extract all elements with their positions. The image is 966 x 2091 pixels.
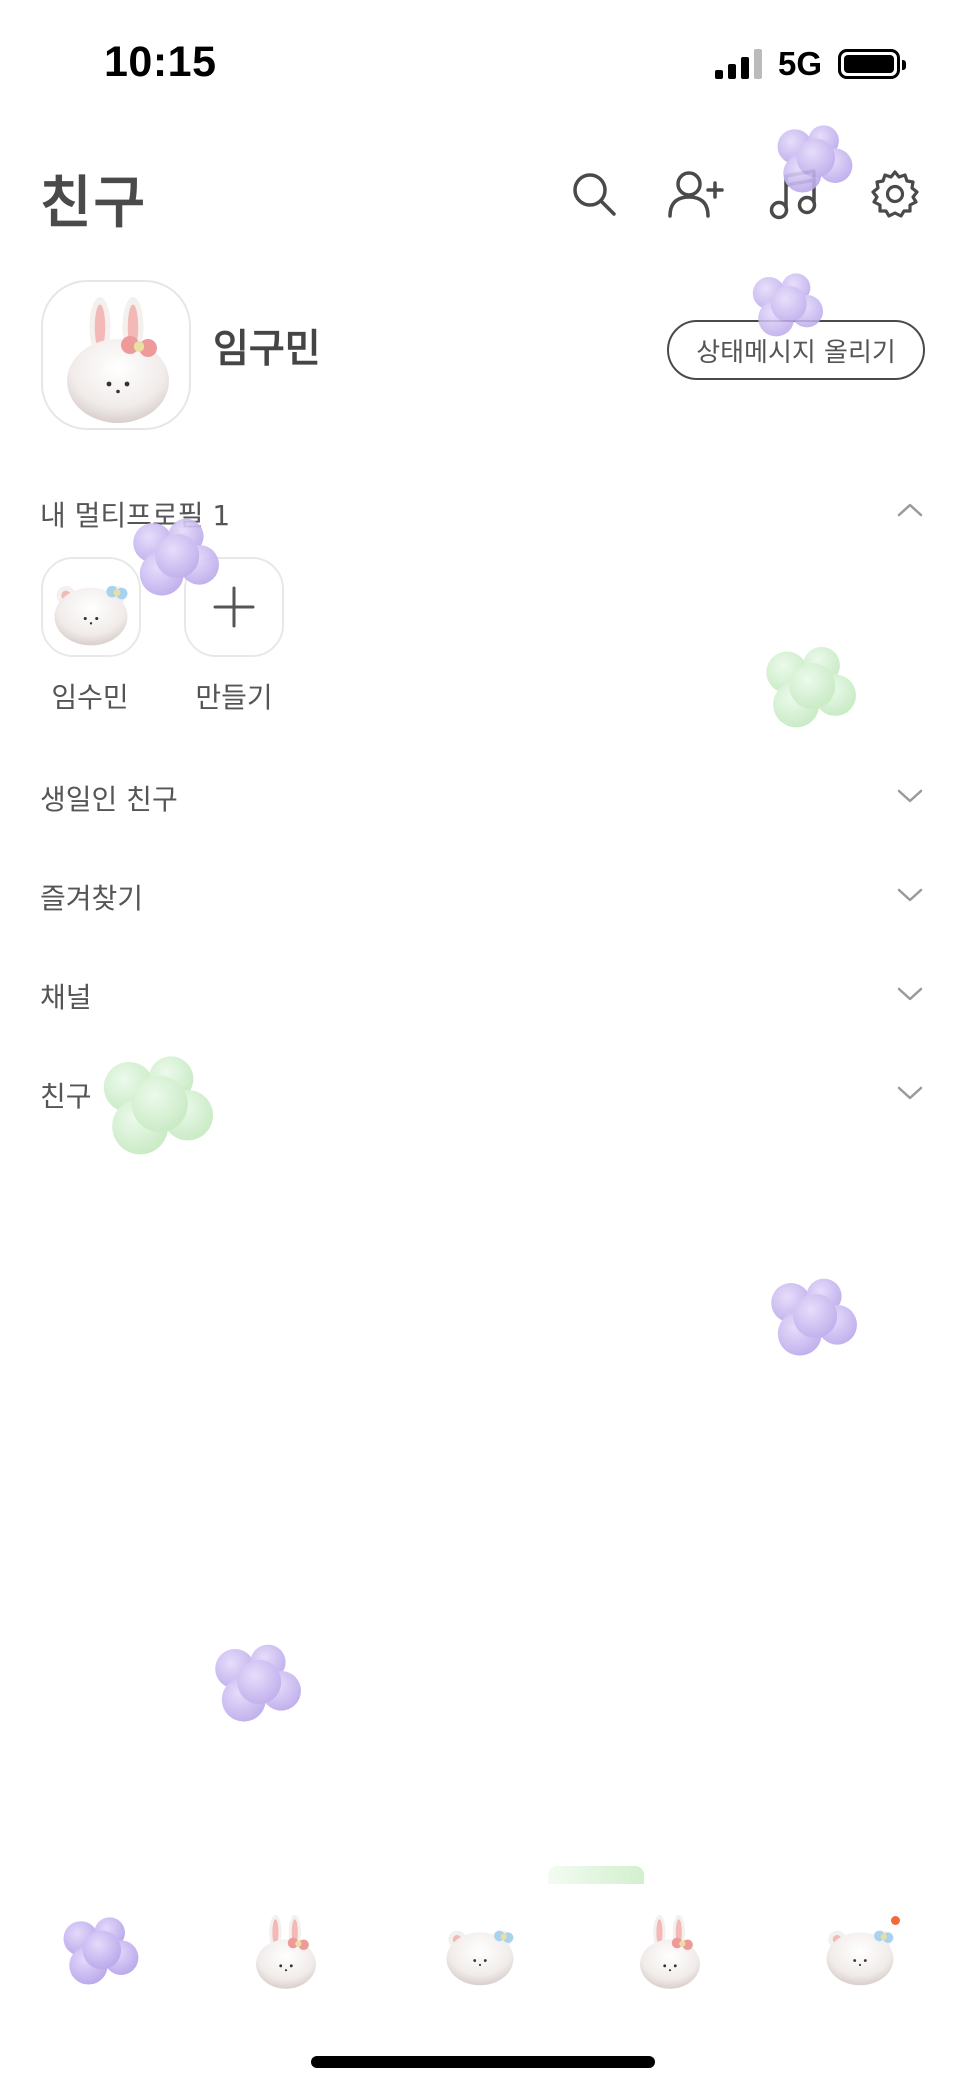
purple-cloud-icon xyxy=(766,118,862,198)
green-cloud-icon xyxy=(548,1866,644,1884)
tab-more[interactable] xyxy=(810,1900,910,2000)
chevron-up-icon[interactable] xyxy=(896,500,924,520)
tab-view[interactable] xyxy=(430,1900,530,2000)
network-label: 5G xyxy=(777,45,822,82)
purple-cloud-icon xyxy=(202,1638,312,1726)
chevron-down-icon[interactable] xyxy=(896,885,924,905)
favorites-label[interactable]: 즐겨찾기 xyxy=(40,877,143,917)
status-indicators: 5G xyxy=(714,44,906,84)
chevron-down-icon[interactable] xyxy=(896,984,924,1004)
status-time: 10:15 xyxy=(104,38,217,86)
chevron-down-icon[interactable] xyxy=(896,786,924,806)
purple-cloud-icon xyxy=(742,268,832,340)
purple-cloud-icon xyxy=(120,512,230,600)
purple-cloud-icon xyxy=(52,1911,148,1989)
green-cloud-icon xyxy=(84,1048,230,1160)
bunny-character-icon xyxy=(626,1906,714,1994)
profile-name[interactable]: 임구민 xyxy=(213,318,321,374)
home-indicator[interactable] xyxy=(311,2056,655,2068)
bear-character-icon xyxy=(436,1906,524,1994)
bunny-character-icon xyxy=(242,1906,330,1994)
tab-chats[interactable] xyxy=(236,1900,336,2000)
channels-label[interactable]: 채널 xyxy=(40,976,92,1016)
purple-cloud-icon xyxy=(758,1272,868,1360)
signal-icon xyxy=(714,49,762,79)
add-friend-icon[interactable] xyxy=(664,162,728,226)
green-cloud-icon xyxy=(752,640,868,732)
settings-icon[interactable] xyxy=(863,162,927,226)
notification-dot xyxy=(891,1916,900,1925)
tab-friends[interactable] xyxy=(50,1900,150,2000)
page-title: 친구 xyxy=(40,171,148,236)
profile-avatar[interactable] xyxy=(41,280,191,430)
battery-icon xyxy=(838,49,906,79)
birthday-friends-label[interactable]: 생일인 친구 xyxy=(40,778,178,818)
search-icon[interactable] xyxy=(562,162,626,226)
tab-shopping[interactable] xyxy=(620,1900,720,2000)
multi-profile-item-label: 임수민 xyxy=(51,681,129,714)
create-multi-profile-label: 만들기 xyxy=(195,681,273,714)
chevron-down-icon[interactable] xyxy=(896,1083,924,1103)
